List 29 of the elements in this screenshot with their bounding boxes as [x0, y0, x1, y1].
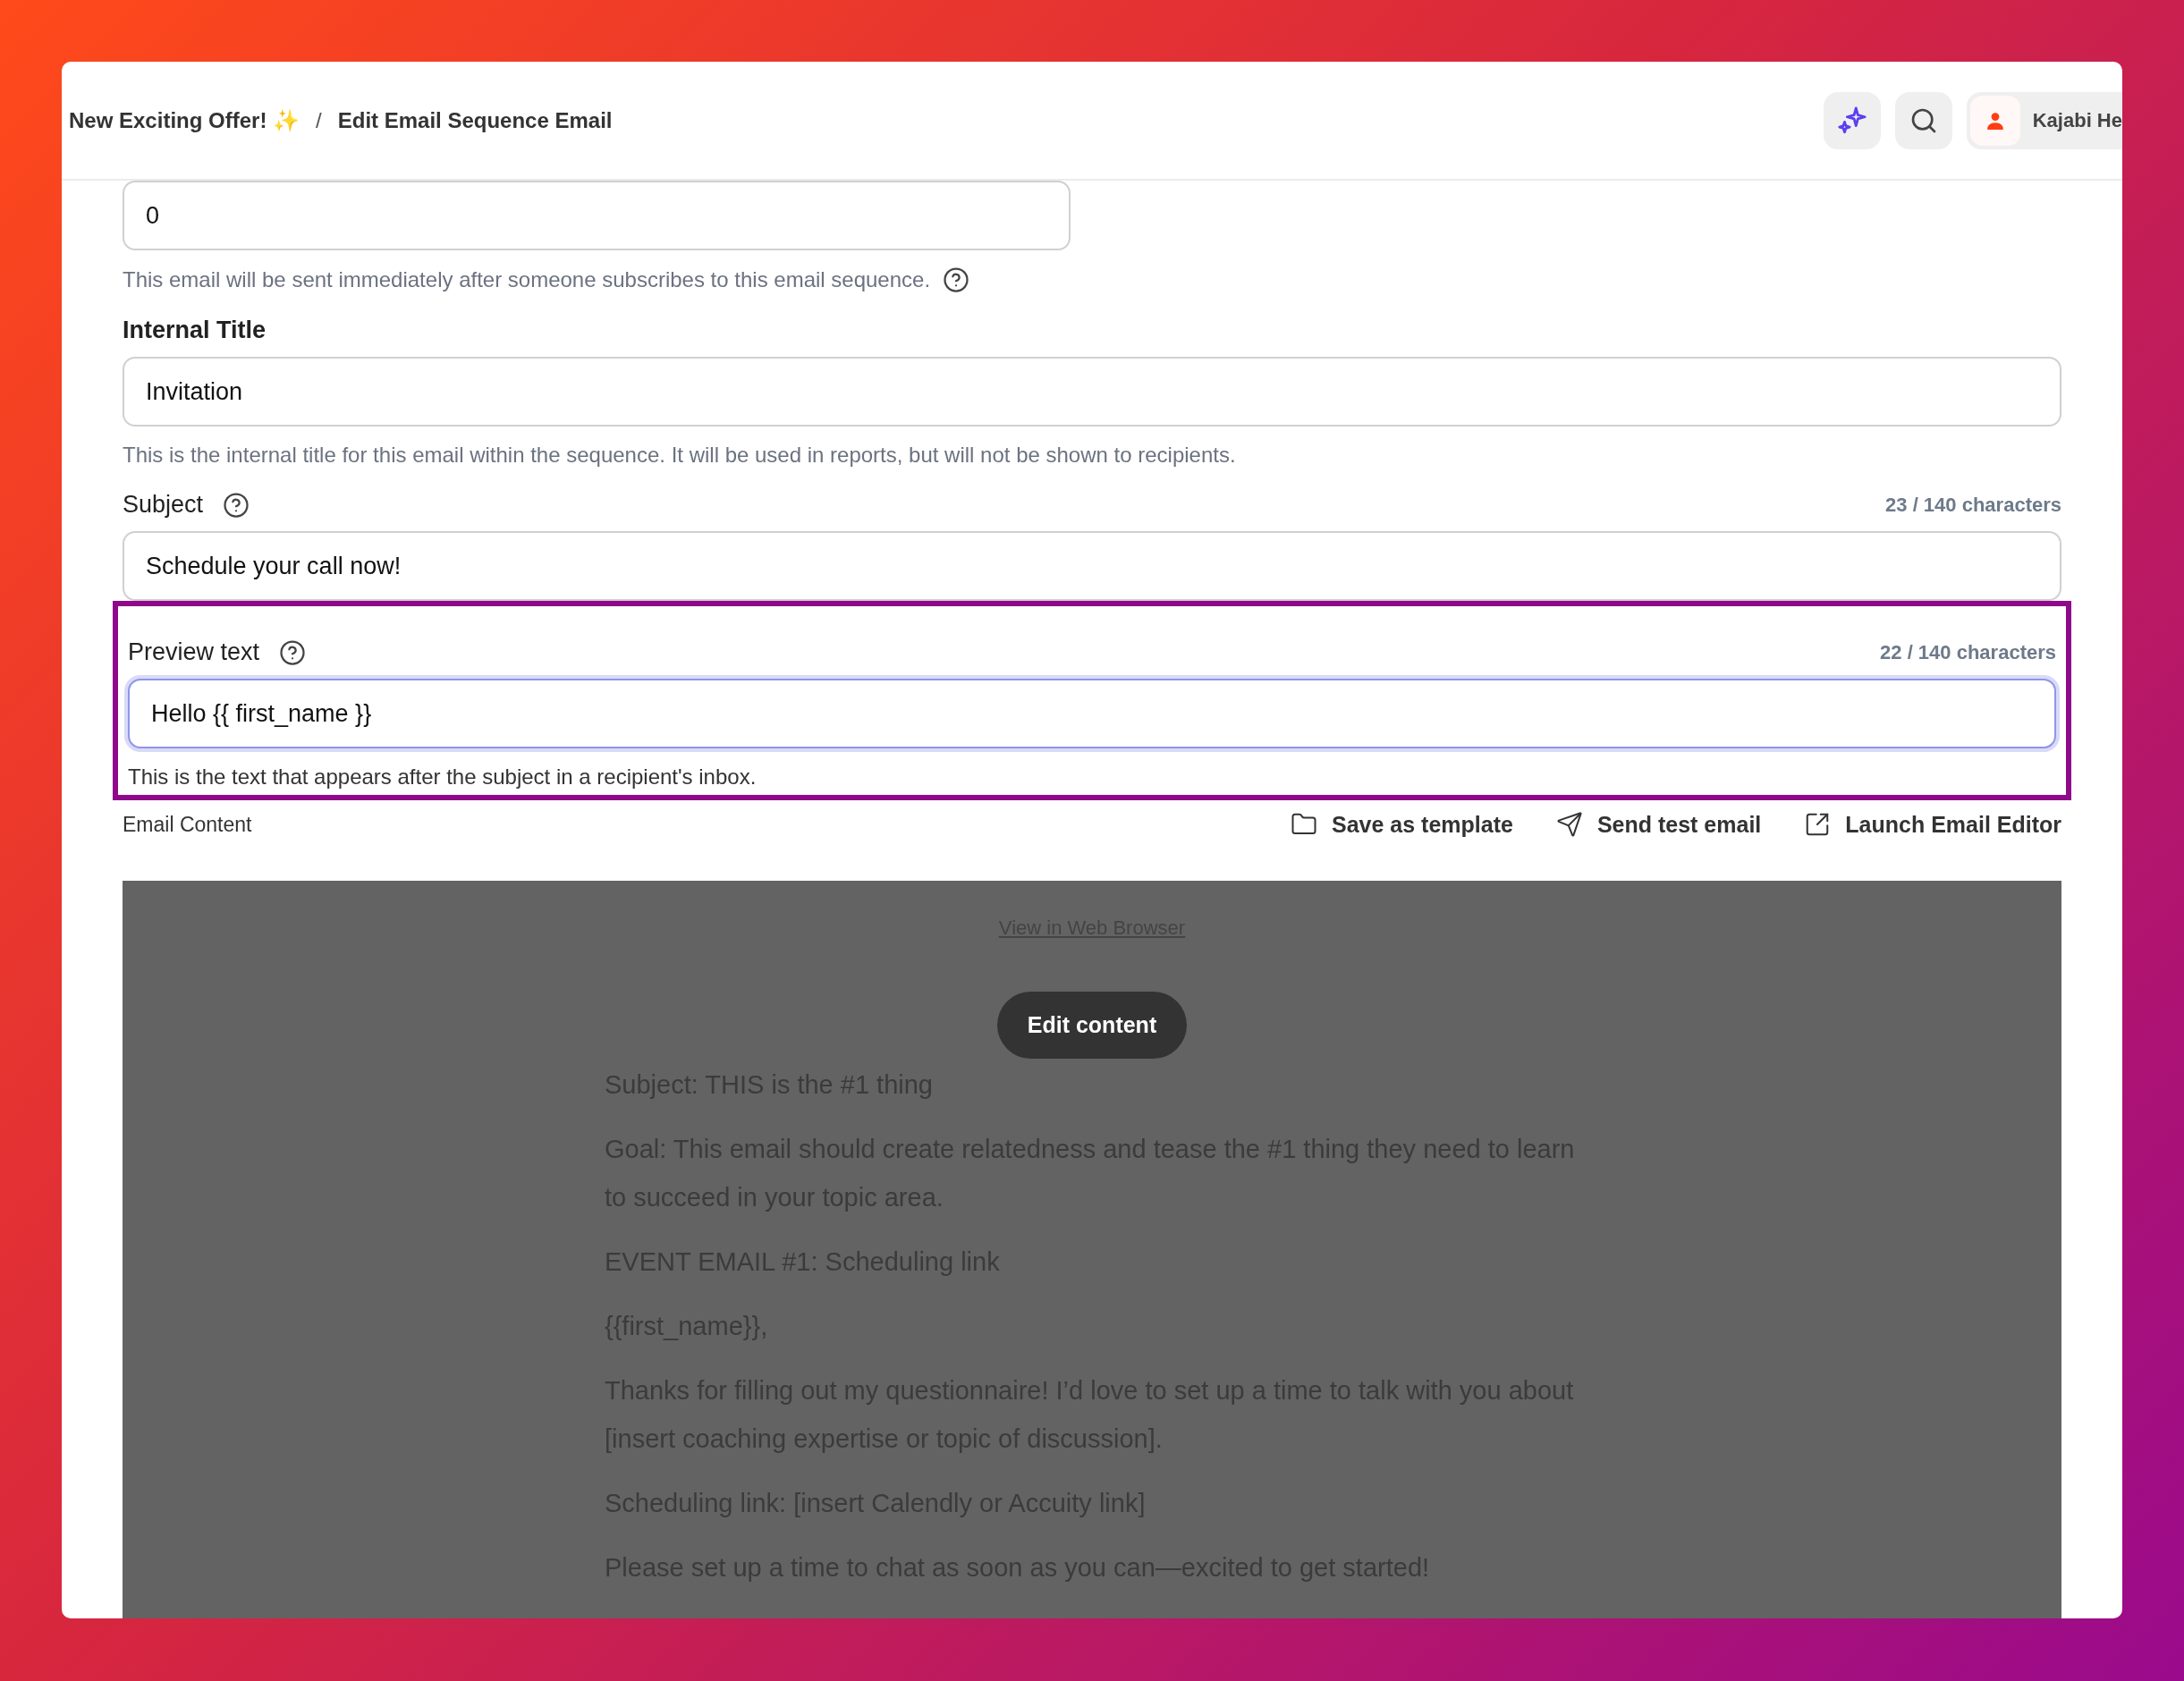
user-icon	[1985, 110, 2005, 131]
action-link[interactable]: Send test email	[1555, 811, 1762, 838]
help-icon[interactable]	[279, 638, 307, 666]
user-menu-button[interactable]: Kajabi He	[1966, 91, 2122, 149]
help-icon[interactable]	[943, 266, 970, 293]
help-text: This email will be sent immediately after someone subscribes to this email sequence.	[123, 267, 931, 292]
help-icon[interactable]	[223, 491, 250, 519]
edit-content-button[interactable]: Edit content	[996, 992, 1188, 1059]
section-label: Email Content	[123, 812, 252, 837]
action-link[interactable]: Launch Email Editor	[1804, 811, 2061, 838]
character-counter: 22 / 140 characters	[1880, 640, 2056, 664]
field-label: Internal Title	[123, 317, 267, 344]
send-icon	[1555, 811, 1583, 838]
breadcrumb-separator: /	[316, 107, 322, 133]
text-input[interactable]: Invitation	[123, 357, 2061, 427]
sparkle-icon	[1836, 105, 1867, 136]
search-button[interactable]	[1894, 91, 1952, 149]
field-label: Subject	[123, 491, 204, 519]
field-label: Preview text	[128, 638, 260, 666]
text-input[interactable]: Hello {{ first_name }}	[128, 679, 2056, 748]
delay-input[interactable]: 0	[123, 181, 1071, 250]
help-text: This is the text that appears after the subject in a recipient's inbox.	[128, 764, 757, 790]
character-counter: 23 / 140 characters	[1885, 493, 2061, 517]
text-input[interactable]: Schedule your call now!	[123, 531, 2061, 601]
action-link[interactable]: Save as template	[1291, 811, 1513, 838]
ai-assistant-button[interactable]	[1823, 91, 1881, 149]
breadcrumb-item[interactable]: New Exciting Offer! ✨	[69, 107, 301, 133]
help-text: This is the internal title for this email within the sequence. It will be used in reports, but will not be shown to recipients.	[123, 443, 1236, 468]
breadcrumb-item: Edit Email Sequence Email	[337, 107, 613, 133]
